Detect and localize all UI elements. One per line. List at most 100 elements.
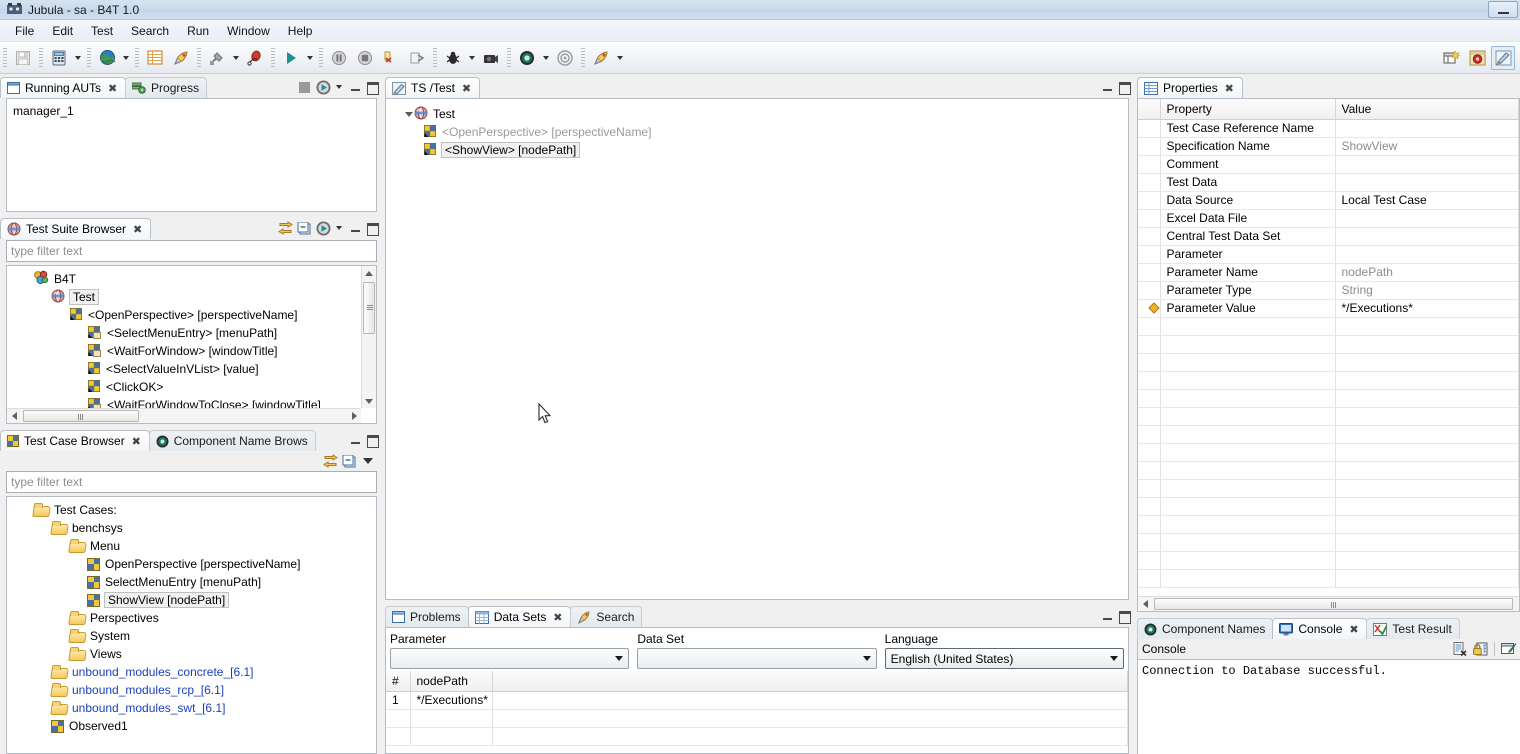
toolbar-grip[interactable] xyxy=(507,47,511,68)
table-row[interactable]: 1 */Executions* xyxy=(386,691,1128,710)
chevron-down-icon[interactable] xyxy=(1105,649,1123,668)
collapse-all-button[interactable] xyxy=(295,219,313,237)
chevron-down-icon[interactable] xyxy=(466,46,478,70)
tree-container[interactable]: B4T Test <OpenPerspective> [perspectiveNam… xyxy=(7,266,376,423)
tab-test-suite-browser[interactable]: Test Suite Browser ✖ xyxy=(0,218,152,239)
toolbar-grip[interactable] xyxy=(39,47,43,68)
properties-table[interactable]: Property Value Test Case Reference Name Spe… xyxy=(1138,99,1519,588)
properties-body[interactable]: Property Value Test Case Reference Name Spe… xyxy=(1137,98,1520,612)
property-value-cell[interactable]: Local Test Case xyxy=(1335,191,1519,210)
chevron-down-icon[interactable] xyxy=(614,46,626,70)
table-row[interactable]: Excel Data File xyxy=(1138,209,1519,228)
tab-search[interactable]: Search xyxy=(570,606,643,627)
observe-button[interactable] xyxy=(243,46,267,70)
maximize-view-button[interactable] xyxy=(1117,609,1131,624)
scroll-left-arrow[interactable] xyxy=(1138,597,1152,611)
table-row[interactable]: Specification Name ShowView xyxy=(1138,137,1519,156)
run-test-suite-button[interactable] xyxy=(279,46,303,70)
column-header-value[interactable]: Value xyxy=(1335,99,1519,120)
tree-item[interactable]: Test xyxy=(386,105,1128,123)
data-sets-button[interactable] xyxy=(143,46,167,70)
chevron-down-icon[interactable] xyxy=(858,649,876,668)
tree-item[interactable]: B4T xyxy=(7,270,360,288)
property-value-cell[interactable] xyxy=(1335,119,1519,138)
language-combo[interactable]: English (United States) xyxy=(884,648,1124,669)
scroll-thumb[interactable] xyxy=(363,282,375,334)
table-row[interactable]: Parameter xyxy=(1138,245,1519,264)
table-row[interactable]: Parameter Type String xyxy=(1138,281,1519,300)
stop-test-button[interactable] xyxy=(353,46,377,70)
test-data-button[interactable] xyxy=(47,46,71,70)
property-value-cell[interactable] xyxy=(1335,155,1519,174)
test-case-tree[interactable]: Test Cases: benchsys Menu OpenPerspective [… xyxy=(6,496,377,754)
tree-item[interactable]: Menu xyxy=(7,537,376,555)
scroll-right-arrow[interactable] xyxy=(347,409,361,423)
close-icon[interactable]: ✖ xyxy=(1224,83,1235,95)
properties-horizontal-scrollbar[interactable] xyxy=(1138,596,1519,611)
tree-item[interactable]: Test Cases: xyxy=(7,501,376,519)
parameter-combo[interactable] xyxy=(390,648,630,669)
tab-data-sets[interactable]: Data Sets ✖ xyxy=(467,606,572,627)
link-with-editor-button[interactable] xyxy=(276,219,294,237)
chevron-down-icon[interactable] xyxy=(333,219,345,237)
tab-running-auts[interactable]: Running AUTs ✖ xyxy=(0,77,127,98)
tab-progress[interactable]: Progress xyxy=(125,77,208,98)
property-value-cell[interactable]: String xyxy=(1335,281,1519,300)
column-header--[interactable]: # xyxy=(386,671,411,692)
tree-item[interactable]: <ShowView> [nodePath] xyxy=(386,141,1128,159)
tab-test-result[interactable]: Test Result xyxy=(1366,618,1460,639)
tab-properties[interactable]: Properties ✖ xyxy=(1137,77,1243,98)
maximize-editor-button[interactable] xyxy=(1117,80,1131,95)
menu-file[interactable]: File xyxy=(6,22,43,40)
filter-input[interactable]: type filter text xyxy=(6,471,377,493)
tab-console[interactable]: Console ✖ xyxy=(1272,618,1368,639)
clear-console-button[interactable] xyxy=(1451,640,1469,658)
close-icon[interactable]: ✖ xyxy=(552,612,563,624)
debug-button[interactable] xyxy=(441,46,465,70)
table-row[interactable]: Central Test Data Set xyxy=(1138,227,1519,246)
expander-icon[interactable] xyxy=(404,111,414,117)
tree-item[interactable]: SelectMenuEntry [menuPath] xyxy=(7,573,376,591)
close-icon[interactable]: ✖ xyxy=(461,83,472,95)
run-test-suite-button[interactable] xyxy=(314,219,332,237)
property-value-cell[interactable]: ShowView xyxy=(1335,137,1519,156)
tree-item[interactable]: <WaitForWindow> [windowTitle] xyxy=(7,342,360,360)
open-perspective-button[interactable] xyxy=(1439,46,1463,70)
chevron-down-icon[interactable] xyxy=(304,46,316,70)
property-value-cell[interactable] xyxy=(1335,227,1519,246)
close-icon[interactable]: ✖ xyxy=(1348,624,1359,636)
editor-pen-icon[interactable] xyxy=(1491,45,1515,70)
property-value-cell[interactable] xyxy=(1335,245,1519,264)
running-auts-list[interactable]: manager_1 xyxy=(6,98,377,212)
menu-window[interactable]: Window xyxy=(218,22,279,40)
data-sets-table[interactable]: # nodePath 1 */Executions* xyxy=(386,671,1128,746)
toolbar-grip[interactable] xyxy=(135,47,139,68)
aut-config-button[interactable] xyxy=(589,46,613,70)
stop-aut-button[interactable] xyxy=(295,78,313,96)
minimize-view-button[interactable] xyxy=(349,433,363,447)
tab-test-case-browser[interactable]: Test Case Browser ✖ xyxy=(0,430,150,451)
property-value-cell[interactable]: */Executions* xyxy=(1335,299,1519,318)
table-row[interactable]: Data Source Local Test Case xyxy=(1138,191,1519,210)
view-menu-button[interactable] xyxy=(359,452,377,470)
tree-vertical-scrollbar[interactable] xyxy=(361,266,376,408)
open-console-button[interactable] xyxy=(1500,640,1518,658)
stop-collect-button[interactable] xyxy=(553,46,577,70)
tree-horizontal-scrollbar[interactable] xyxy=(7,408,361,423)
filter-input[interactable]: type filter text xyxy=(6,240,377,262)
start-aut-button[interactable] xyxy=(314,78,332,96)
property-value-cell[interactable] xyxy=(1335,173,1519,192)
minimize-editor-button[interactable] xyxy=(1101,80,1115,94)
scroll-thumb[interactable] xyxy=(1154,598,1513,610)
toolbar-grip[interactable] xyxy=(197,47,201,68)
table-row[interactable]: Test Case Reference Name xyxy=(1138,119,1519,138)
chevron-down-icon[interactable] xyxy=(72,46,84,70)
minimize-button[interactable] xyxy=(1488,1,1518,18)
chevron-down-icon[interactable] xyxy=(610,649,628,668)
lock-scroll-button[interactable] xyxy=(1471,640,1489,658)
tree-container[interactable]: Test <OpenPerspective> [perspectiveName] <… xyxy=(386,99,1128,599)
tree-item[interactable]: unbound_modules_rcp_[6.1] xyxy=(7,681,376,699)
minimize-view-button[interactable] xyxy=(1101,609,1115,623)
tree-item[interactable]: unbound_modules_concrete_[6.1] xyxy=(7,663,376,681)
tree-item[interactable]: <ClickOK> xyxy=(7,378,360,396)
